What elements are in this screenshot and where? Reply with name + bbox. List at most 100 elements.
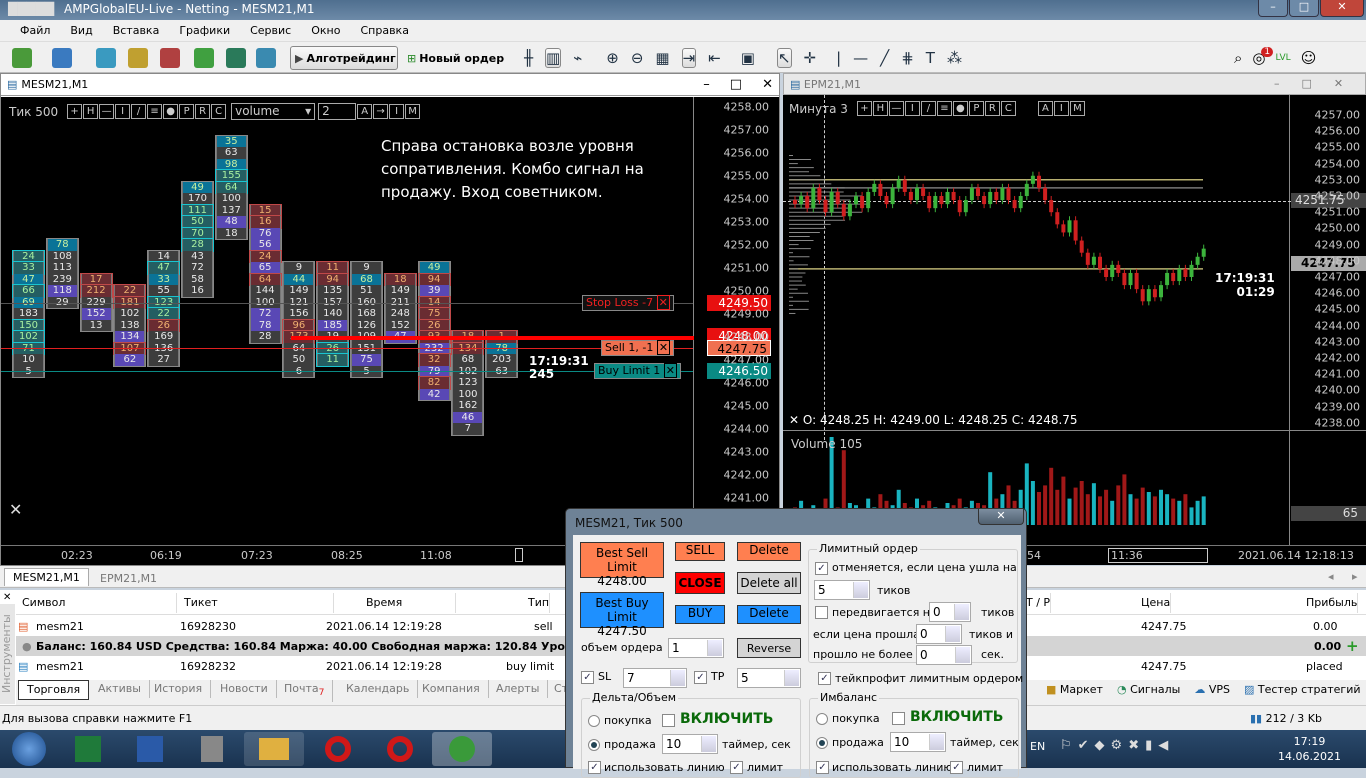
close-toolbox-icon[interactable]: ✕ (3, 592, 11, 603)
close-position-button[interactable]: CLOSE (675, 572, 725, 594)
imb-enable-checkbox[interactable] (892, 712, 905, 725)
buy-button[interactable]: BUY (675, 605, 725, 624)
candlestick-chart[interactable]: Минута 3 + H — I / ≡ ● P R C AIM 4251.75 4247.75 … (783, 95, 1366, 565)
tool-h[interactable]: H (83, 104, 99, 119)
col-symbol[interactable]: Символ (22, 593, 177, 613)
tabs-scroll-right[interactable]: ▸ (1352, 570, 1358, 583)
shapes-icon[interactable]: ⁂ (947, 49, 962, 67)
tab-trade[interactable]: Торговля (18, 680, 90, 700)
search-icon[interactable]: ⌕ (1234, 49, 1242, 67)
delta-sell-radio[interactable] (588, 739, 600, 751)
tools-icon[interactable]: ✕ (789, 413, 803, 427)
opera-task[interactable] (308, 732, 368, 766)
templates-icon[interactable]: ▣ (741, 49, 755, 67)
sell-button[interactable]: SELL (675, 542, 725, 561)
stop-loss-label[interactable]: Stop Loss -7 ✕ (582, 295, 674, 311)
tool-i[interactable]: I (115, 104, 131, 119)
trendline-icon[interactable]: ╱ (880, 49, 889, 67)
minimize-chart-button[interactable]: – (703, 77, 710, 92)
tray-icons[interactable]: ⚐✔◆⚙✖▮◀ (1060, 738, 1174, 753)
scroll-marker[interactable] (515, 548, 523, 562)
close-icon[interactable]: ✕ (663, 363, 678, 378)
tool-lines[interactable]: ≡ (147, 104, 163, 119)
maximize-button[interactable]: □ (1289, 0, 1319, 17)
market-link[interactable]: ■ Маркет (1046, 683, 1103, 696)
tool-dot[interactable]: ● (163, 104, 179, 119)
buy-limit-label[interactable]: Buy Limit 1 ✕ (594, 363, 682, 379)
tab-mail[interactable]: Почта7 (276, 680, 334, 703)
tab-company[interactable]: Компания (414, 680, 489, 698)
cancel-ticks-input[interactable]: 5 (814, 580, 870, 600)
menu-file[interactable]: Файл (10, 24, 60, 37)
terminal-icon[interactable] (194, 48, 214, 68)
chart-tab-epm21[interactable]: EPM21,M1 (92, 570, 165, 587)
tp-limit-checkbox[interactable]: ✓ (818, 672, 831, 685)
algo-trading-button[interactable]: ▶ Алготрейдинг (290, 46, 398, 70)
col-time[interactable]: Время (366, 593, 456, 613)
tool-r[interactable]: R (195, 104, 211, 119)
move-checkbox[interactable] (815, 606, 828, 619)
candle-chart-icon[interactable]: ▥ (545, 48, 562, 68)
menu-tools[interactable]: Сервис (240, 24, 301, 37)
tool-slash[interactable]: / (131, 104, 147, 119)
tools-icon[interactable]: ✕ (9, 500, 22, 519)
value-spinner[interactable]: 2 (318, 103, 357, 120)
clock[interactable]: 17:19 14.06.2021 (1278, 734, 1341, 764)
close-icon[interactable]: ✕ (656, 295, 670, 310)
close-chart-button[interactable]: ✕ (1334, 77, 1343, 90)
notifications-icon[interactable]: ◎ 1 (1252, 47, 1274, 67)
tool-dash[interactable]: — (99, 104, 115, 119)
market-watch-icon[interactable] (96, 48, 116, 68)
col-profit[interactable]: Прибыль (1306, 593, 1359, 613)
level-icon[interactable]: LVL (1276, 53, 1291, 63)
tester-icon[interactable] (226, 48, 246, 68)
col-tp[interactable]: Т / Р (1026, 593, 1052, 613)
sl-checkbox[interactable]: ✓ (581, 671, 594, 684)
zoom-in-icon[interactable]: ⊕ (606, 49, 619, 67)
tabs-scroll-left[interactable]: ◂ (1328, 570, 1334, 583)
delta-buy-radio[interactable] (588, 715, 600, 727)
tool-m[interactable]: M (405, 104, 421, 119)
autoscroll-icon[interactable]: ⇥ (681, 48, 697, 68)
tab-calendar[interactable]: Календарь (338, 680, 419, 698)
tool-a[interactable]: A (357, 104, 373, 119)
close-icon[interactable]: ✕ (656, 340, 671, 355)
add-icon[interactable]: + (1346, 637, 1359, 655)
text-icon[interactable]: T (926, 49, 935, 67)
minimize-chart-button[interactable]: – (1274, 77, 1280, 90)
delete-sell-button[interactable]: Delete (737, 542, 801, 561)
mode-select[interactable]: volume ▾ (231, 103, 316, 120)
account-icon[interactable]: ☺ (1301, 49, 1317, 67)
col-type[interactable]: Тип (528, 593, 551, 613)
delta-timer-input[interactable]: 10 (662, 734, 718, 754)
seconds-input[interactable]: 0 (916, 645, 972, 665)
metatrader-task[interactable] (432, 732, 492, 766)
signals-link[interactable]: ◔ Сигналы (1117, 683, 1180, 696)
maximize-chart-button[interactable]: □ (730, 77, 742, 92)
close-chart-button[interactable]: ✕ (762, 77, 773, 92)
minimize-button[interactable]: – (1258, 0, 1288, 17)
menu-insert[interactable]: Вставка (103, 24, 170, 37)
menu-help[interactable]: Справка (350, 24, 418, 37)
tab-alerts[interactable]: Алерты (488, 680, 549, 698)
horizontal-line-icon[interactable]: — (853, 49, 868, 67)
new-chart-icon[interactable] (12, 48, 32, 68)
footprint-chart[interactable]: Тик 500 + H — I / ≡ ● P R C volume ▾ 2 A … (1, 97, 779, 545)
tab-news[interactable]: Новости (212, 680, 277, 698)
zoom-out-icon[interactable]: ⊖ (631, 49, 644, 67)
signals-icon[interactable] (256, 48, 276, 68)
tool-p[interactable]: P (179, 104, 195, 119)
close-window-button[interactable]: ✕ (1320, 0, 1364, 17)
imb-timer-input[interactable]: 10 (890, 732, 946, 752)
imb-sell-radio[interactable] (816, 737, 828, 749)
cursor-icon[interactable]: ↖ (776, 48, 792, 68)
menu-view[interactable]: Вид (60, 24, 102, 37)
tab-history[interactable]: История (146, 680, 212, 698)
tile-icon[interactable]: ▦ (655, 49, 669, 67)
delete-all-button[interactable]: Delete all (737, 572, 801, 594)
reverse-button[interactable]: Reverse (737, 638, 801, 658)
bar-chart-icon[interactable]: ╫ (524, 49, 533, 67)
best-sell-limit-button[interactable]: Best Sell Limit 4248.00 (580, 542, 664, 588)
crosshair-icon[interactable]: ✛ (804, 49, 817, 67)
passed-ticks-input[interactable]: 0 (916, 624, 962, 644)
